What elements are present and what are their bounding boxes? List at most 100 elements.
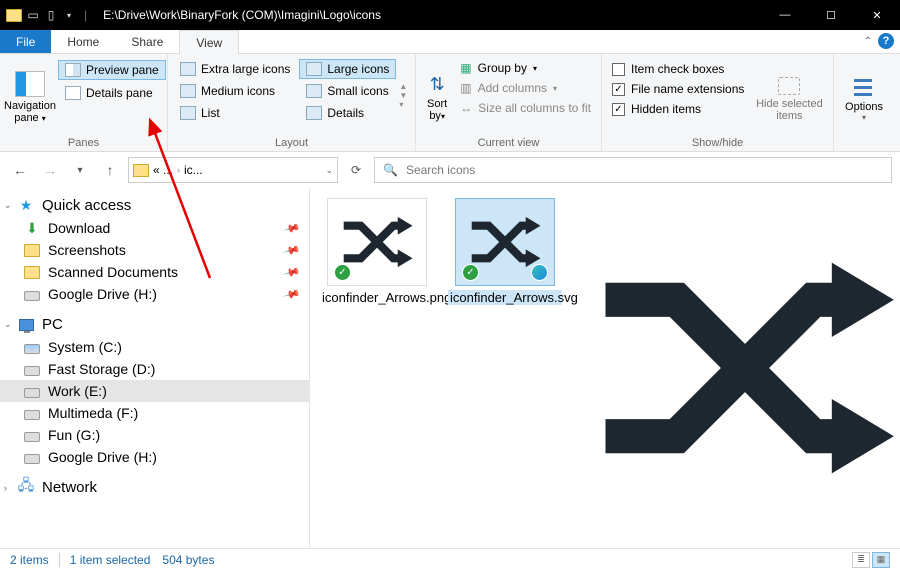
options-button[interactable]: Options ▾ [838,56,890,135]
file-item[interactable]: ✓ iconfinder_Arrows.svg [448,198,562,305]
hidden-items-toggle[interactable]: ✓Hidden items [608,100,748,118]
nav-item[interactable]: Fun (G:) [0,424,309,446]
navigation-pane-label: Navigation pane [4,100,56,124]
sort-by-button[interactable]: ⇅ Sort by▾ [420,56,454,135]
details-pane-button[interactable]: Details pane [58,83,166,103]
navigation-tree[interactable]: ⌄ ★ Quick access ⬇Download📌Screenshots📌S… [0,188,310,548]
nav-item[interactable]: Screenshots📌 [0,239,309,261]
nav-item[interactable]: System (C:) [0,336,309,358]
network-icon: 🖧 [18,480,34,496]
preview-pane-button[interactable]: Preview pane [58,60,166,80]
details-view-icon[interactable]: ≣ [852,552,870,568]
layout-large[interactable]: Large icons [299,59,396,79]
size-columns-button[interactable]: ↔Size all columns to fit [456,99,595,117]
group-label-current-view: Current view [420,135,597,151]
status-selected-count: 1 item selected [70,553,151,567]
nav-item[interactable]: Work (E:) [0,380,309,402]
refresh-button[interactable]: ⟳ [344,163,368,177]
drive-icon [24,383,40,399]
layout-scroll-up-icon[interactable]: ▲ [399,82,407,91]
up-button[interactable]: ↑ [98,158,122,182]
sync-badge-icon: ✓ [334,264,351,281]
nav-item[interactable]: Scanned Documents📌 [0,261,309,283]
search-icon: 🔍 [383,163,398,177]
hide-selected-button[interactable]: Hide selected items [750,56,828,135]
window-title: E:\Drive\Work\BinaryFork (COM)\Imagini\L… [97,8,762,22]
address-row: ← → ▾ ↑ « ... › ic... ⌄ ⟳ 🔍 Search icons [0,152,900,188]
thumbnails-view-icon[interactable]: ▦ [872,552,890,568]
help-icon[interactable]: ? [878,33,894,49]
breadcrumb-current[interactable]: ic... [184,163,203,177]
add-columns-button[interactable]: ▥Add columns ▾ [456,79,595,97]
tab-home[interactable]: Home [51,30,115,53]
expand-icon[interactable]: › [4,483,7,493]
navigation-pane-button[interactable]: Navigation pane ▾ [4,56,56,135]
layout-expand-icon[interactable]: ▾ [399,100,407,109]
sort-icon: ⇅ [430,74,445,95]
drive-icon [24,427,40,443]
qat-dropdown-icon[interactable]: ▾ [62,8,76,22]
search-placeholder: Search icons [406,163,475,177]
address-bar[interactable]: « ... › ic... ⌄ [128,157,338,183]
qat-button[interactable]: ▯ [44,8,58,22]
folder-icon [24,264,40,280]
drive-icon [24,339,40,355]
title-bar: ▭ ▯ ▾ | E:\Drive\Work\BinaryFork (COM)\I… [0,0,900,30]
edge-badge-icon [531,264,548,281]
close-button[interactable]: ✕ [854,0,900,30]
drive-icon [24,286,40,302]
expand-icon[interactable]: ⌄ [4,319,12,330]
preview-pane [590,188,900,548]
file-name: iconfinder_Arrows.svg [448,290,562,305]
layout-small[interactable]: Small icons [299,81,396,101]
maximize-button[interactable]: ☐ [808,0,854,30]
quick-access-icon: ★ [18,198,34,214]
qat-button[interactable]: ▭ [26,8,40,22]
file-item[interactable]: ✓ iconfinder_Arrows.png [320,198,434,305]
item-check-boxes-toggle[interactable]: Item check boxes [608,60,748,78]
group-by-button[interactable]: ▦Group by ▾ [456,59,595,77]
collapse-ribbon-icon[interactable]: ⌃ [864,36,872,47]
recent-locations-button[interactable]: ▾ [68,158,92,182]
nav-network[interactable]: › 🖧 Network [0,476,309,499]
main-area: ⌄ ★ Quick access ⬇Download📌Screenshots📌S… [0,188,900,548]
tab-view[interactable]: View [179,30,239,54]
drive-icon [24,361,40,377]
nav-item[interactable]: Google Drive (H:)📌 [0,283,309,305]
ribbon: Navigation pane ▾ Preview pane Details p… [0,54,900,152]
expand-icon[interactable]: ⌄ [4,200,12,211]
nav-item[interactable]: Multimeda (F:) [0,402,309,424]
preview-pane-icon [65,63,81,77]
folder-icon [133,164,149,177]
breadcrumb-overflow[interactable]: « ... [153,163,173,177]
nav-pc[interactable]: ⌄ PC [0,313,309,336]
download-icon: ⬇ [24,220,40,236]
group-label-layout: Layout [172,135,411,151]
nav-item[interactable]: ⬇Download📌 [0,217,309,239]
layout-medium[interactable]: Medium icons [173,81,297,101]
options-icon [854,78,874,98]
file-thumbnail: ✓ [455,198,555,286]
layout-extra-large[interactable]: Extra large icons [173,59,297,79]
layout-scroll-down-icon[interactable]: ▼ [399,91,407,100]
menu-bar: File Home Share View ⌃ ? [0,30,900,54]
nav-item[interactable]: Fast Storage (D:) [0,358,309,380]
nav-item[interactable]: Google Drive (H:) [0,446,309,468]
layout-details[interactable]: Details [299,103,396,123]
status-item-count: 2 items [10,553,49,567]
group-label-show-hide: Show/hide [606,135,829,151]
tab-share[interactable]: Share [115,30,179,53]
forward-button[interactable]: → [38,158,62,182]
nav-quick-access[interactable]: ⌄ ★ Quick access [0,194,309,217]
preview-pane-label: Preview pane [86,63,159,77]
layout-list[interactable]: List [173,103,297,123]
file-name: iconfinder_Arrows.png [320,290,434,305]
file-list[interactable]: ✓ iconfinder_Arrows.png ✓ iconfinder_Arrow… [310,188,590,548]
folder-icon [6,9,22,22]
hide-icon [778,77,800,95]
back-button[interactable]: ← [8,158,32,182]
file-name-extensions-toggle[interactable]: ✓File name extensions [608,80,748,98]
minimize-button[interactable]: — [762,0,808,30]
search-input[interactable]: 🔍 Search icons [374,157,892,183]
file-menu[interactable]: File [0,30,51,53]
